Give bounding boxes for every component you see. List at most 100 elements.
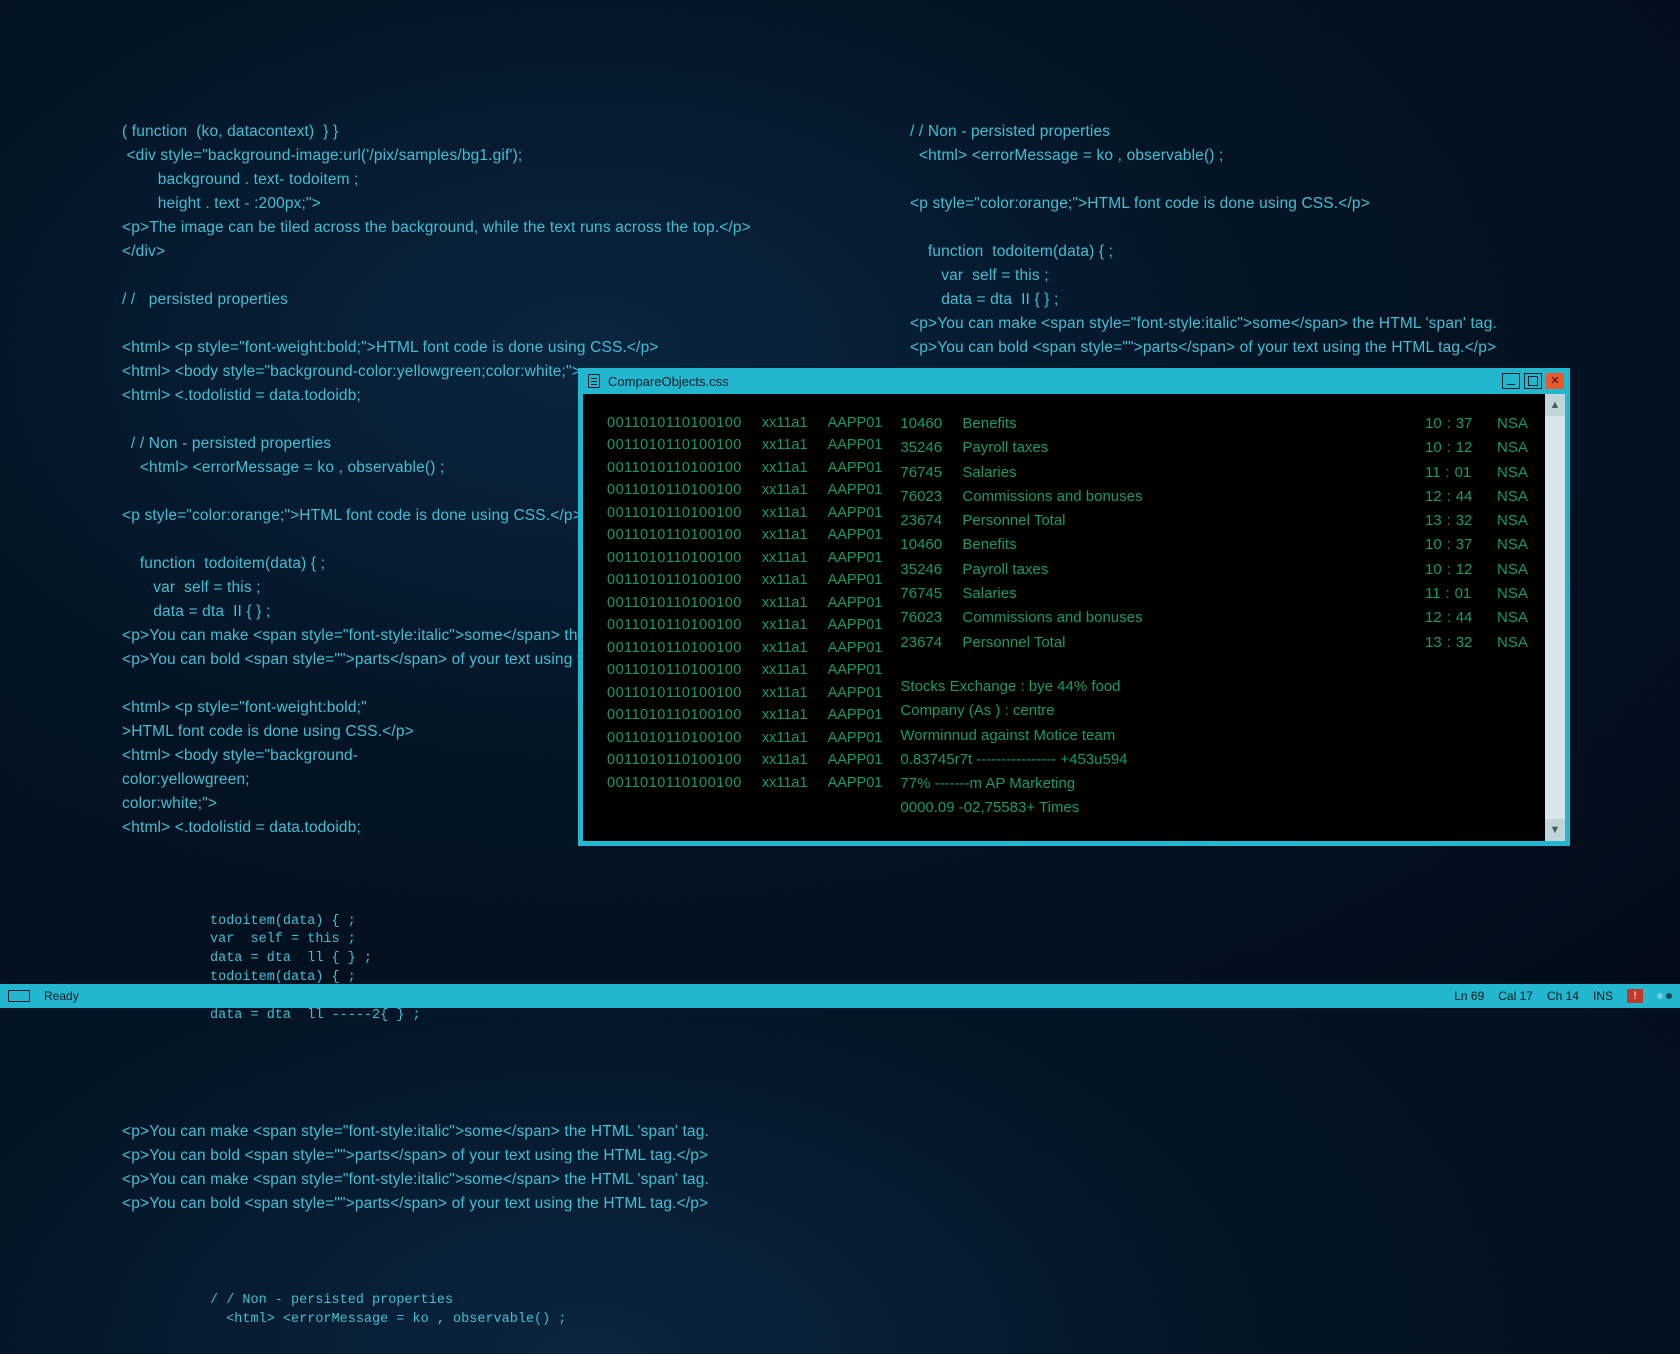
extra-line: Company (As ) : centre [900,699,1547,723]
row-label: Personnel Total [962,509,1425,533]
extra-line: 0000.09 -02,75583+ Times [900,796,1547,820]
hex-cell: AAPP01 [828,772,883,794]
hex-cell: 0011010110100100 [607,637,742,659]
hex-cell: AAPP01 [828,412,883,434]
hex-cell: 0011010110100100 [607,727,742,749]
hex-cell: 0011010110100100 [607,457,742,479]
hex-cell: AAPP01 [828,704,883,726]
row-org: NSA [1497,558,1547,582]
hex-cell: AAPP01 [828,457,883,479]
hex-row: 0011010110100100xx11a1AAPP01 [607,704,882,726]
hex-cell: AAPP01 [828,659,883,681]
hex-cell: AAPP01 [828,547,883,569]
status-dots [1657,993,1672,999]
hex-cell: xx11a1 [762,434,808,456]
row-org: NSA [1497,606,1547,630]
row-id: 35246 [900,436,962,460]
row-label: Payroll taxes [962,436,1425,460]
hex-cell: xx11a1 [762,682,808,704]
status-indicator-icon [8,990,30,1002]
table-row: 76023Commissions and bonuses12:44NSA [900,485,1547,509]
hex-cell: 0011010110100100 [607,772,742,794]
hex-column: 0011010110100100 xx11a1 AAPP01 001101011010… [583,394,882,841]
hex-cell: 0011010110100100 [607,434,742,456]
hex-cell: xx11a1 [762,772,808,794]
hex-cell: 0011010110100100 [607,502,742,524]
row-id: 76745 [900,582,962,606]
row-id: 76023 [900,606,962,630]
document-icon [588,374,600,388]
hex-row: 0011010110100100xx11a1AAPP01 [607,749,882,771]
row-org: NSA [1497,509,1547,533]
scrollbar[interactable]: ▲ ▼ [1545,394,1565,841]
hex-row: 0011010110100100xx11a1AAPP01 [607,547,882,569]
hex-cell: AAPP01 [828,569,883,591]
hex-row: 0011010110100100 xx11a1 AAPP01 [607,434,882,456]
table-row: 35246Payroll taxes10:12NSA [900,558,1547,582]
hex-row: 0011010110100100xx11a1AAPP01 [607,637,882,659]
row-org: NSA [1497,412,1547,436]
hex-cell: 0011010110100100 [607,412,742,434]
hex-cell: 0011010110100100 [607,682,742,704]
maximize-button[interactable] [1524,373,1542,389]
hex-cell: 0011010110100100 [607,569,742,591]
status-bar: Ready Ln 69 Cal 17 Ch 14 INS ! [0,984,1680,1008]
minimize-button[interactable] [1502,373,1520,389]
hex-cell: xx11a1 [762,704,808,726]
editor-window: CompareObjects.css 0011010110100100 xx11a… [578,368,1570,846]
table-row: 23674Personnel Total13:32NSA [900,509,1547,533]
row-label: Personnel Total [962,631,1425,655]
table-row: 76745Salaries11:01NSA [900,461,1547,485]
hex-cell: xx11a1 [762,614,808,636]
row-org: NSA [1497,436,1547,460]
hex-cell: AAPP01 [828,682,883,704]
row-label: Benefits [962,412,1425,436]
table-row: 23674Personnel Total13:32NSA [900,631,1547,655]
row-id: 10460 [900,533,962,557]
hex-cell: AAPP01 [828,502,883,524]
hex-cell: AAPP01 [828,434,883,456]
dot-icon [1666,993,1672,999]
code-text: <p>You can make <span style="font-style:… [122,1120,882,1216]
row-label: Benefits [962,533,1425,557]
hex-row: 0011010110100100 xx11a1 AAPP01 [607,569,882,591]
extra-line: Worminnud against Motice team [900,724,1547,748]
window-controls [1502,373,1564,389]
extra-line: 0.83745r7t ---------------- +453u594 [900,748,1547,772]
row-time: 11:01 [1425,461,1497,485]
row-time: 10:37 [1425,412,1497,436]
data-column: 10460Benefits10:37NSA35246Payroll taxes1… [882,394,1565,841]
row-time: 13:32 [1425,509,1497,533]
hex-cell: xx11a1 [762,547,808,569]
code-mono: todoitem(data) { ; var self = this ; dat… [210,913,882,1026]
close-button[interactable] [1546,373,1564,389]
hex-cell: xx11a1 [762,727,808,749]
row-time: 10:37 [1425,533,1497,557]
status-ready: Ready [44,989,79,1003]
hex-cell: xx11a1 [762,659,808,681]
scroll-down-icon[interactable]: ▼ [1545,819,1565,841]
scroll-up-icon[interactable]: ▲ [1545,394,1565,416]
hex-cell: xx11a1 [762,502,808,524]
row-org: NSA [1497,533,1547,557]
row-org: NSA [1497,485,1547,509]
extra-line: 77% -------m AP Marketing [900,772,1547,796]
row-label: Salaries [962,582,1425,606]
window-titlebar[interactable]: CompareObjects.css [578,368,1570,394]
hex-cell: AAPP01 [828,524,883,546]
row-label: Commissions and bonuses [962,485,1425,509]
hex-row: 0011010110100100 xx11a1 AAPP01 [607,457,882,479]
row-time: 12:44 [1425,606,1497,630]
table-row: 10460Benefits10:37NSA [900,533,1547,557]
hex-cell: AAPP01 [828,637,883,659]
hex-cell: xx11a1 [762,479,808,501]
hex-cell: xx11a1 [762,592,808,614]
row-id: 10460 [900,412,962,436]
warning-icon[interactable]: ! [1627,989,1643,1003]
scroll-track[interactable] [1545,416,1565,819]
hex-cell: xx11a1 [762,569,808,591]
hex-row: 0011010110100100xx11a1AAPP01 [607,524,882,546]
hex-row: 0011010110100100xx11a1AAPP01 [607,592,882,614]
row-time: 12:44 [1425,485,1497,509]
hex-cell: xx11a1 [762,457,808,479]
